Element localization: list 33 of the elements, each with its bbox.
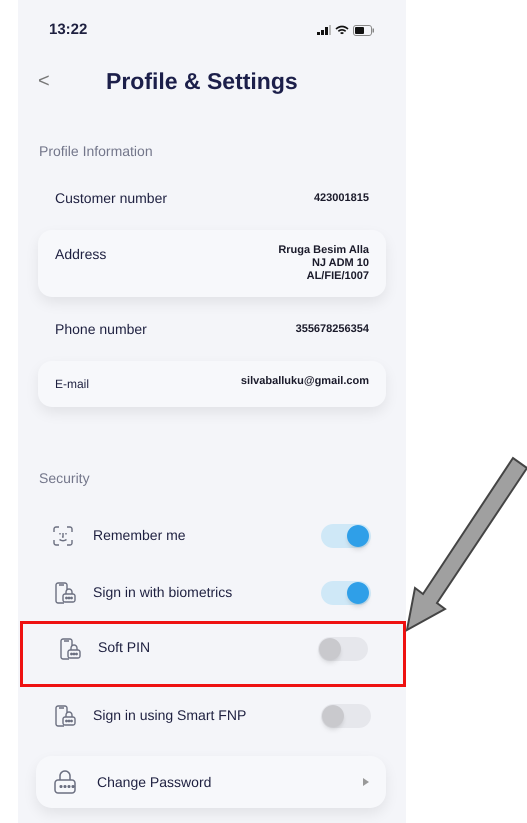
phone-lock-icon: [53, 580, 77, 604]
field-value: Rruga Besim Alla: [278, 244, 369, 257]
field-value: 423001815: [314, 192, 369, 204]
face-scan-icon: [53, 526, 73, 546]
field-value: 355678256354: [296, 322, 369, 336]
setting-label: Sign in using Smart FNP: [93, 706, 248, 725]
toggle-switch[interactable]: [321, 524, 371, 548]
field-value: NJ ADM 10: [312, 257, 369, 270]
field-label: Address: [55, 245, 106, 264]
battery-icon: [353, 24, 375, 36]
toggle-switch[interactable]: [318, 637, 368, 661]
page-title: Profile & Settings: [106, 66, 298, 96]
setting-label: Soft PIN: [98, 638, 152, 657]
wifi-icon: [335, 24, 349, 36]
field-label: Phone number: [55, 320, 147, 338]
caret-icon: [363, 778, 369, 786]
phone-lock-icon: [58, 637, 82, 661]
back-button[interactable]: <: [38, 66, 88, 96]
section-title: Security: [39, 469, 90, 488]
status-time: 13:22: [49, 20, 88, 40]
signal-icon: [317, 25, 331, 35]
field-label: Customer number: [55, 188, 168, 208]
change-password-button[interactable]: Change Password: [36, 756, 386, 808]
setting-label: Remember me: [93, 526, 187, 545]
section-title: Profile Information: [39, 142, 153, 161]
field-value: AL/FIE/1007: [306, 270, 369, 283]
toggle-switch[interactable]: [321, 704, 371, 728]
toggle-switch[interactable]: [321, 580, 371, 604]
field-label: E-mail: [55, 376, 90, 393]
field-value: silvaballuku@gmail.com: [240, 375, 369, 388]
phone-lock-icon: [53, 704, 77, 728]
padlock-icon: [53, 769, 79, 795]
setting-label: Sign in with biometrics: [93, 583, 234, 602]
